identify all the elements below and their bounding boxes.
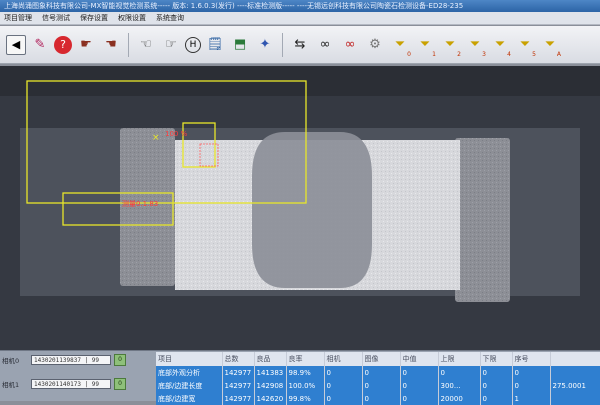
col-lower: 下限 [480,352,513,366]
highlighted-value: 275.0001 [550,379,600,392]
menu-permissions[interactable]: 权限设置 [118,13,146,23]
col-value [550,352,600,366]
menu-signal-test[interactable]: 信号测试 [42,13,70,23]
roi-measure-label: 测量0.1.83 [122,200,158,208]
col-median: 中值 [400,352,439,366]
col-index: 序号 [512,352,551,366]
filter-4-icon[interactable]: ⏷ 4 [489,34,511,58]
menu-bar: 项目管理 信号测试 保存设置 权限设置 系统查询 [0,12,600,25]
results-table: 项目 总数 良品 良率 相机 图像 中值 上限 下限 序号 底部外观分析 142… [156,352,600,405]
roi-percent-label: 100 % [165,130,188,138]
col-total: 总数 [222,352,255,366]
window-title: 上海尚涌图象科技有限公司-MX智能视觉检测系统----- 版本: 1.6.0.3… [4,2,464,10]
menu-save-settings[interactable]: 保存设置 [80,13,108,23]
edit-icon[interactable]: ✎ [29,34,51,56]
col-item: 项目 [156,352,223,366]
camera-label: 相机0 [2,357,20,365]
filter-0-icon[interactable]: ⏷ 0 [389,34,411,58]
marking-region [252,132,372,288]
filter-5-icon[interactable]: ⏷ 5 [514,34,536,58]
filter-2-icon[interactable]: ⏷ 2 [439,34,461,58]
status-panel: 相机0 1430201139837 | 99 0 相机1 14302011401… [0,350,600,405]
table-row[interactable]: 底部外观分析 142977 141383 98.9% 0 0 0 0 0 0 [156,366,600,379]
swap-icon[interactable]: ⇆ [289,34,311,56]
filter-3-icon[interactable]: ⏷ 3 [464,34,486,58]
filter-1-icon[interactable]: ⏷ 1 [414,34,436,58]
help-icon[interactable]: ? [54,35,72,54]
col-good: 良品 [254,352,287,366]
image-edit-icon[interactable]: ⬒ [229,34,251,56]
note-icon[interactable]: 🗒 [204,34,226,56]
col-image: 图像 [362,352,401,366]
menu-system-query[interactable]: 系统查询 [156,13,184,23]
pointer-alt-icon[interactable]: ☚ [100,34,122,56]
back-icon[interactable]: ◀ [6,34,26,55]
table-header: 项目 总数 良品 良率 相机 图像 中值 上限 下限 序号 [156,352,600,366]
binoculars-red-icon[interactable]: ∞ [339,34,361,56]
help-box-icon[interactable]: H [185,36,201,53]
camera-button[interactable]: 0 [114,378,126,390]
col-upper: 上限 [438,352,481,366]
gear-icon[interactable]: ⚙ [364,34,386,56]
crosshair-icon: × [152,133,160,143]
camera-button[interactable]: 0 [114,354,126,366]
palette-icon[interactable]: ✦ [254,34,276,56]
col-yield: 良率 [286,352,325,366]
binoculars-icon[interactable]: ∞ [314,34,336,56]
camera-canvas: × 100 % 测量0.1.83 [0,66,600,350]
toolbar-divider [128,32,129,57]
camera-count-field[interactable]: 1430201139837 | 99 [31,355,111,365]
camera-view[interactable]: × 100 % 测量0.1.83 [0,66,600,350]
toolbar: ◀ ✎ ? ☛ ☚ ☜ ☞ H 🗒 ⬒ ✦ ⇆ ∞ ∞ ⚙ ⏷ 0 ⏷ 1 ⏷ 2 ⏷… [0,26,600,64]
title-bar: 上海尚涌图象科技有限公司-MX智能视觉检测系统----- 版本: 1.6.0.3… [0,0,600,12]
hand-icon[interactable]: ☜ [135,34,157,56]
camera-row: 相机0 1430201139837 | 99 0 [2,353,152,367]
col-camera: 相机 [324,352,363,366]
camera-row: 相机1 1430201140173 | 99 0 [2,377,152,391]
hand-alt-icon[interactable]: ☞ [160,34,182,56]
camera-label: 相机1 [2,381,20,389]
menu-project[interactable]: 项目管理 [4,13,32,23]
table-row[interactable]: 底部/边建宽 142977 142620 99.8% 0 0 0 20000 0… [156,392,600,405]
toolbar-divider [282,32,283,57]
table-row[interactable]: 底部/边建长度 142977 142908 100.0% 0 0 0 300..… [156,379,600,392]
filter-a-icon[interactable]: ⏷ A [539,34,561,58]
right-electrode [455,138,510,302]
camera-count-field[interactable]: 1430201140173 | 99 [31,379,111,389]
pointer-icon[interactable]: ☛ [75,34,97,56]
